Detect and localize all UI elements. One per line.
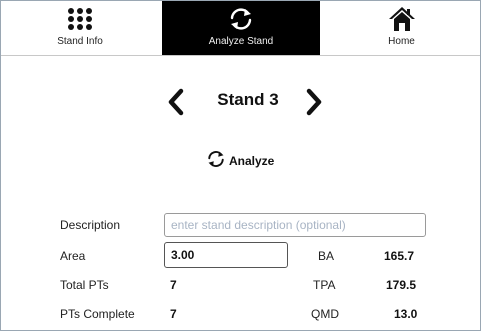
tab-analyze-stand[interactable]: Analyze Stand <box>162 1 320 55</box>
home-icon <box>388 6 416 32</box>
analyze-button[interactable]: Analyze <box>206 150 274 172</box>
stand-title: Stand 3 <box>217 90 279 109</box>
refresh-icon <box>228 6 254 32</box>
tab-stand-info[interactable]: Stand Info <box>1 1 159 55</box>
tab-label: Analyze Stand <box>208 36 274 47</box>
tpa-label: TPA <box>313 278 336 292</box>
ba-label: BA <box>318 249 335 263</box>
ba-value: 165.7 <box>384 249 415 263</box>
pts-complete-value: 7 <box>170 307 177 321</box>
analyze-label: Analyze <box>229 154 275 168</box>
area-label: Area <box>60 249 86 263</box>
pts-complete-label: PTs Complete <box>60 307 135 321</box>
total-pts-label: Total PTs <box>60 278 109 292</box>
total-pts-value: 7 <box>170 278 177 292</box>
qmd-value: 13.0 <box>394 307 418 321</box>
refresh-icon <box>206 150 226 173</box>
chevron-left-icon[interactable] <box>166 88 186 121</box>
tpa-value: 179.5 <box>386 278 417 292</box>
stand-selector: Stand 3 <box>166 88 326 118</box>
area-input[interactable] <box>164 242 288 268</box>
chevron-right-icon[interactable] <box>304 88 324 121</box>
grid-dots-icon <box>66 6 94 32</box>
tab-bar: Stand Info Analyze Stand Home <box>1 1 480 56</box>
description-input[interactable] <box>164 213 426 237</box>
qmd-label: QMD <box>311 307 339 321</box>
tab-home[interactable]: Home <box>323 1 480 55</box>
description-label: Description <box>60 218 121 232</box>
tab-label: Home <box>388 36 415 47</box>
tab-label: Stand Info <box>57 36 103 47</box>
